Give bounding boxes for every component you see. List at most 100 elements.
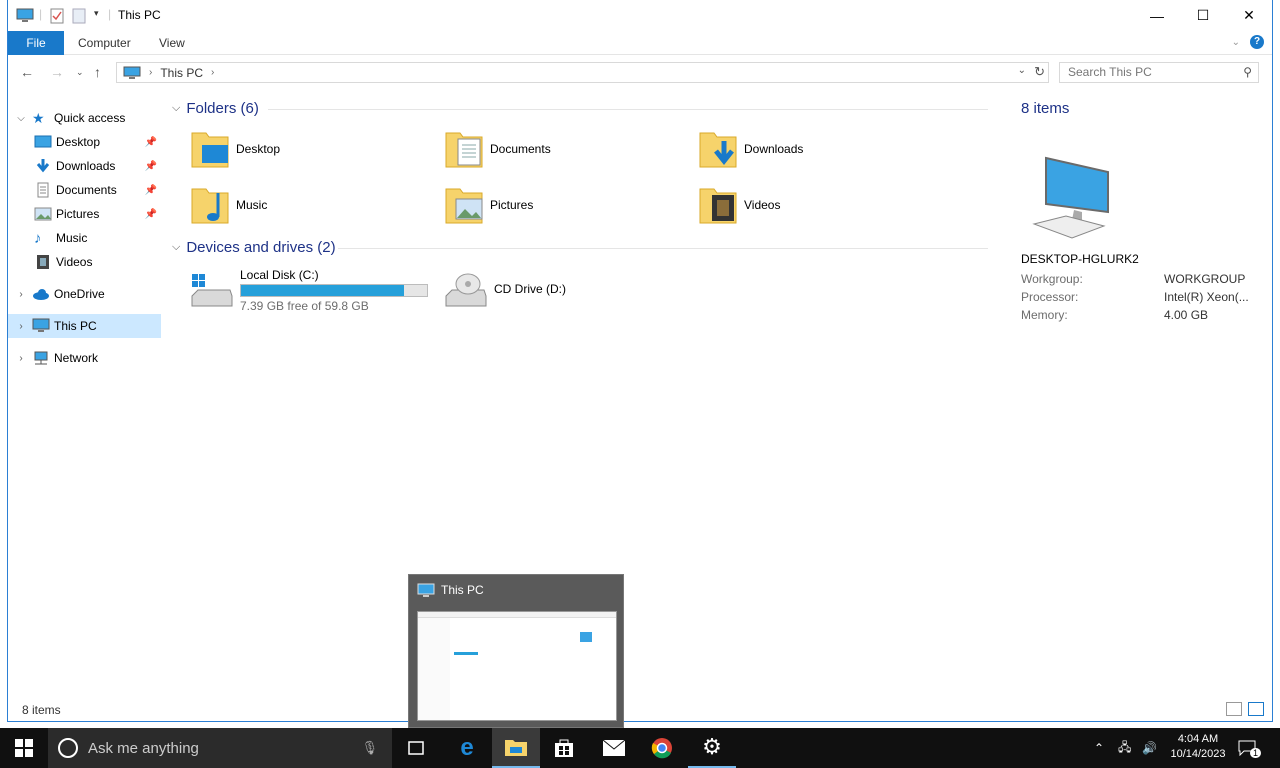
- breadcrumb-chevron-icon[interactable]: ›: [211, 67, 214, 78]
- nav-item-label: Music: [56, 231, 88, 245]
- help-icon[interactable]: ?: [1250, 35, 1264, 49]
- breadcrumb-this-pc[interactable]: This PC: [160, 66, 203, 80]
- search-placeholder: Search This PC: [1068, 65, 1152, 79]
- search-icon: ⚲: [1243, 65, 1252, 79]
- file-explorer-window: | ▾ | This PC — ☐ ✕ File Computer View ⌄…: [7, 0, 1273, 722]
- details-item-count: 8 items: [1021, 100, 1070, 117]
- details-view-icon[interactable]: [1226, 702, 1242, 716]
- nav-item-label: Documents: [56, 183, 117, 197]
- folder-pictures[interactable]: Pictures: [444, 180, 684, 230]
- customize-quick-access-icon[interactable]: ▾: [94, 8, 99, 19]
- nav-item-label: OneDrive: [54, 287, 105, 301]
- computer-large-icon: [1032, 156, 1109, 239]
- up-icon[interactable]: ↑: [94, 64, 101, 80]
- nav-item-label: Quick access: [54, 111, 126, 125]
- drive-local-disk-c[interactable]: Local Disk (C:) 7.39 GB free of 59.8 GB: [190, 260, 428, 320]
- microphone-icon[interactable]: 🎙: [361, 740, 378, 756]
- local-disk-icon: [191, 274, 233, 307]
- videos-folder-icon: [699, 188, 737, 224]
- folder-desktop[interactable]: Desktop: [190, 124, 430, 174]
- nav-item-pictures[interactable]: Pictures 📌: [8, 202, 161, 226]
- file-explorer-icon: [505, 740, 527, 756]
- taskbar-thumbnail-preview[interactable]: This PC: [408, 574, 624, 728]
- tab-file[interactable]: File: [8, 31, 64, 55]
- collapse-chevron-icon[interactable]: ⌵: [14, 113, 28, 124]
- taskbar-edge[interactable]: e: [443, 728, 491, 768]
- title-bar: | ▾ | This PC — ☐ ✕: [8, 0, 1272, 31]
- thumbnail-title: This PC: [441, 583, 484, 597]
- folder-videos[interactable]: Videos: [698, 180, 938, 230]
- folder-documents[interactable]: Documents: [444, 124, 684, 174]
- action-center-button[interactable]: 1: [1238, 728, 1266, 768]
- drive-name: CD Drive (D:): [494, 282, 566, 296]
- chevron-up-icon: ⌃: [1094, 741, 1105, 755]
- expand-chevron-icon[interactable]: ›: [14, 289, 28, 300]
- nav-item-onedrive[interactable]: › OneDrive: [8, 282, 161, 306]
- task-view-button[interactable]: [392, 728, 440, 768]
- nav-item-quick-access[interactable]: ⌵ ★ Quick access: [8, 106, 161, 130]
- workgroup-value: WORKGROUP: [1164, 272, 1246, 286]
- processor-label: Processor:: [1021, 290, 1079, 304]
- gear-icon: ⚙: [702, 734, 722, 759]
- new-folder-icon[interactable]: [72, 8, 86, 24]
- downloads-folder-icon: [699, 132, 737, 168]
- minimize-button[interactable]: —: [1134, 0, 1180, 31]
- drives-group-header[interactable]: ⌵ Devices and drives (2): [172, 239, 336, 256]
- nav-item-network[interactable]: › Network: [8, 346, 161, 370]
- drive-cd-d[interactable]: CD Drive (D:): [444, 260, 566, 320]
- mail-icon: [602, 739, 626, 756]
- expand-chevron-icon[interactable]: ›: [14, 353, 28, 364]
- tab-view[interactable]: View: [159, 31, 185, 55]
- show-hidden-icons-button[interactable]: ⌃: [1094, 728, 1104, 768]
- cd-drive-icon: [445, 273, 487, 307]
- nav-item-label: Pictures: [56, 207, 100, 221]
- search-placeholder: Ask me anything: [88, 739, 199, 757]
- maximize-button[interactable]: ☐: [1180, 0, 1226, 31]
- address-bar[interactable]: › This PC › ⌄ ↻: [116, 62, 1049, 83]
- start-button[interactable]: [0, 728, 48, 768]
- large-icons-view-icon[interactable]: [1248, 702, 1264, 716]
- nav-item-label: Network: [54, 351, 99, 365]
- folder-music[interactable]: Music: [190, 180, 430, 230]
- address-row: ← → ⌄ ↑ › This PC › ⌄ ↻ Search This PC ⚲: [8, 56, 1272, 88]
- minimize-icon: —: [1150, 7, 1164, 24]
- taskbar-file-explorer[interactable]: [492, 728, 540, 768]
- folder-downloads[interactable]: Downloads: [698, 124, 938, 174]
- nav-item-desktop[interactable]: Desktop 📌: [8, 130, 161, 154]
- properties-icon[interactable]: [50, 8, 64, 24]
- ribbon-tabs: File Computer View ⌄ ?: [8, 31, 1272, 55]
- folders-group-header[interactable]: ⌵ Folders (6): [172, 100, 259, 117]
- network-status-icon[interactable]: 🖧: [1118, 728, 1131, 768]
- taskbar-settings[interactable]: ⚙: [688, 728, 736, 768]
- tab-computer[interactable]: Computer: [78, 31, 131, 55]
- breadcrumb-chevron-icon[interactable]: ›: [149, 67, 152, 78]
- taskbar-chrome[interactable]: [638, 728, 686, 768]
- taskbar-store[interactable]: [540, 728, 588, 768]
- forward-icon[interactable]: →: [50, 64, 64, 80]
- cortana-search-box[interactable]: Ask me anything 🎙: [48, 728, 392, 768]
- pin-icon: 📌: [144, 208, 157, 220]
- clock-date: 10/14/2023: [1170, 748, 1226, 760]
- nav-item-downloads[interactable]: Downloads 📌: [8, 154, 161, 178]
- address-dropdown-icon[interactable]: ⌄: [1018, 65, 1026, 76]
- search-input[interactable]: Search This PC ⚲: [1059, 62, 1259, 83]
- close-button[interactable]: ✕: [1226, 0, 1272, 31]
- taskbar-mail[interactable]: [590, 728, 638, 768]
- downloads-icon: [36, 159, 50, 173]
- expand-chevron-icon[interactable]: ›: [14, 321, 28, 332]
- nav-item-this-pc[interactable]: › This PC: [8, 314, 161, 338]
- refresh-icon[interactable]: ↻: [1034, 64, 1045, 80]
- videos-icon: [37, 255, 49, 269]
- folder-label: Downloads: [744, 142, 804, 156]
- expand-ribbon-icon[interactable]: ⌄: [1232, 37, 1240, 48]
- network-tray-glyph: 🖧: [1118, 739, 1132, 754]
- recent-locations-icon[interactable]: ⌄: [76, 67, 84, 78]
- back-icon[interactable]: ←: [20, 64, 34, 80]
- nav-item-videos[interactable]: Videos: [8, 250, 161, 274]
- nav-item-documents[interactable]: Documents 📌: [8, 178, 161, 202]
- separator: |: [108, 7, 112, 21]
- star-icon: ★: [32, 110, 45, 126]
- clock[interactable]: 4:04 AM 10/14/2023: [1160, 732, 1236, 762]
- nav-item-music[interactable]: ♪ Music: [8, 226, 161, 250]
- volume-icon[interactable]: 🔊: [1142, 728, 1157, 768]
